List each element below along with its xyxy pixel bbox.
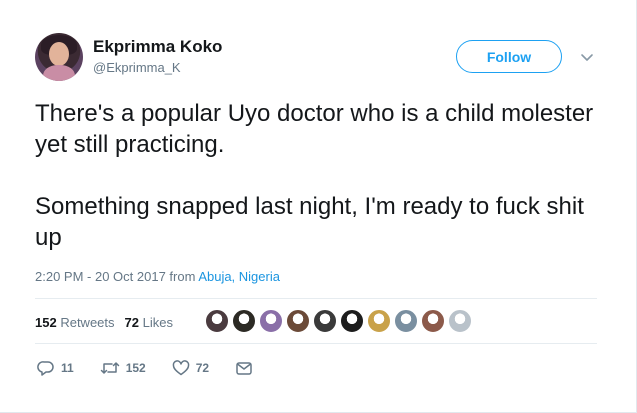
liker-avatar[interactable] bbox=[259, 309, 283, 333]
direct-message-button[interactable] bbox=[235, 360, 259, 376]
reply-button[interactable]: 11 bbox=[37, 360, 74, 376]
liker-avatar[interactable] bbox=[340, 309, 364, 333]
tweet-card: Ekprimma Koko @Ekprimma_K Follow There's… bbox=[0, 0, 637, 413]
like-button[interactable]: 72 bbox=[172, 360, 209, 376]
timestamp[interactable]: 2:20 PM - 20 Oct 2017 from bbox=[35, 269, 198, 284]
liker-avatar[interactable] bbox=[421, 309, 445, 333]
tweet-paragraph: There's a popular Uyo doctor who is a ch… bbox=[35, 100, 594, 158]
display-name[interactable]: Ekprimma Koko bbox=[93, 37, 222, 57]
liker-avatar[interactable] bbox=[394, 309, 418, 333]
retweets-stat[interactable]: 152 Retweets bbox=[35, 315, 115, 330]
reply-count: 11 bbox=[61, 361, 74, 375]
follow-button[interactable]: Follow bbox=[456, 40, 562, 73]
tweet-text: There's a popular Uyo doctor who is a ch… bbox=[35, 98, 595, 253]
liker-avatar[interactable] bbox=[205, 309, 229, 333]
tweet-paragraph: Something snapped last night, I'm ready … bbox=[35, 193, 584, 251]
liker-avatar[interactable] bbox=[313, 309, 337, 333]
divider bbox=[35, 343, 597, 344]
action-bar: 11 152 72 bbox=[37, 360, 285, 376]
liker-avatar[interactable] bbox=[232, 309, 256, 333]
heart-icon bbox=[172, 360, 189, 376]
like-count: 72 bbox=[195, 361, 210, 375]
chevron-down-icon[interactable] bbox=[580, 50, 594, 64]
envelope-icon bbox=[236, 362, 252, 375]
liker-avatar[interactable] bbox=[367, 309, 391, 333]
retweet-icon bbox=[100, 362, 119, 374]
retweet-count: 152 bbox=[125, 361, 146, 375]
liker-avatar[interactable] bbox=[448, 309, 472, 333]
engagement-stats: 152 Retweets 72 Likes bbox=[35, 315, 173, 330]
tweet-meta: 2:20 PM - 20 Oct 2017 from Abuja, Nigeri… bbox=[35, 269, 280, 284]
liker-avatar[interactable] bbox=[286, 309, 310, 333]
likes-stat[interactable]: 72 Likes bbox=[125, 315, 173, 330]
location-link[interactable]: Abuja, Nigeria bbox=[198, 269, 280, 284]
user-avatar[interactable] bbox=[35, 33, 83, 81]
reply-icon bbox=[37, 361, 54, 376]
user-handle[interactable]: @Ekprimma_K bbox=[93, 60, 181, 75]
liker-avatars bbox=[205, 309, 475, 333]
divider bbox=[35, 298, 597, 299]
retweet-button[interactable]: 152 bbox=[100, 360, 146, 376]
